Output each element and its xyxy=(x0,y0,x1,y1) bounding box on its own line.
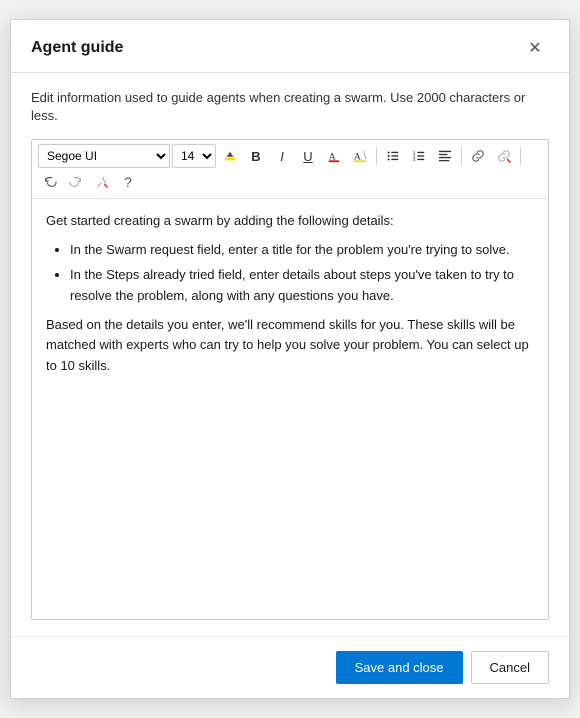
font-color-button[interactable]: A xyxy=(322,144,346,168)
editor-content[interactable]: Get started creating a swarm by adding t… xyxy=(32,199,548,619)
close-button[interactable]: ✕ xyxy=(521,34,549,62)
toolbar-divider-3 xyxy=(520,147,521,165)
link-button[interactable] xyxy=(466,144,490,168)
highlight-button[interactable] xyxy=(218,144,242,168)
italic-button[interactable]: I xyxy=(270,144,294,168)
toolbar: Segoe UI Arial Times New Roman Calibri 8… xyxy=(32,140,548,199)
editor-bullet-list: In the Swarm request field, enter a titl… xyxy=(70,240,534,306)
editor-container: Segoe UI Arial Times New Roman Calibri 8… xyxy=(31,139,549,620)
editor-bullet-1: In the Swarm request field, enter a titl… xyxy=(70,240,534,261)
toolbar-divider-1 xyxy=(376,147,377,165)
font-family-select[interactable]: Segoe UI Arial Times New Roman Calibri xyxy=(38,144,170,168)
bullet-list-button[interactable] xyxy=(381,144,405,168)
svg-text:3.: 3. xyxy=(413,157,417,162)
redo-button[interactable] xyxy=(64,170,88,194)
undo-button[interactable] xyxy=(38,170,62,194)
numbered-list-button[interactable]: 1. 2. 3. xyxy=(407,144,431,168)
editor-bullet-2: In the Steps already tried field, enter … xyxy=(70,265,534,307)
editor-paragraph-2: Based on the details you enter, we'll re… xyxy=(46,315,534,377)
font-highlight-button[interactable]: A xyxy=(348,144,372,168)
dialog-body: Edit information used to guide agents wh… xyxy=(11,73,569,636)
editor-paragraph-1: Get started creating a swarm by adding t… xyxy=(46,211,534,232)
toolbar-divider-2 xyxy=(461,147,462,165)
remove-link-button[interactable] xyxy=(492,144,516,168)
clear-format-button[interactable] xyxy=(90,170,114,194)
dialog-footer: Save and close Cancel xyxy=(11,636,569,698)
dialog-header: Agent guide ✕ xyxy=(11,20,569,73)
font-size-select[interactable]: 891011 12141618 2024 xyxy=(172,144,216,168)
underline-button[interactable]: U xyxy=(296,144,320,168)
help-button[interactable]: ? xyxy=(116,170,140,194)
align-button[interactable] xyxy=(433,144,457,168)
save-and-close-button[interactable]: Save and close xyxy=(336,651,463,684)
cancel-button[interactable]: Cancel xyxy=(471,651,549,684)
bold-button[interactable]: B xyxy=(244,144,268,168)
description-text: Edit information used to guide agents wh… xyxy=(31,89,549,125)
dialog-title: Agent guide xyxy=(31,39,123,57)
agent-guide-dialog: Agent guide ✕ Edit information used to g… xyxy=(10,19,570,699)
